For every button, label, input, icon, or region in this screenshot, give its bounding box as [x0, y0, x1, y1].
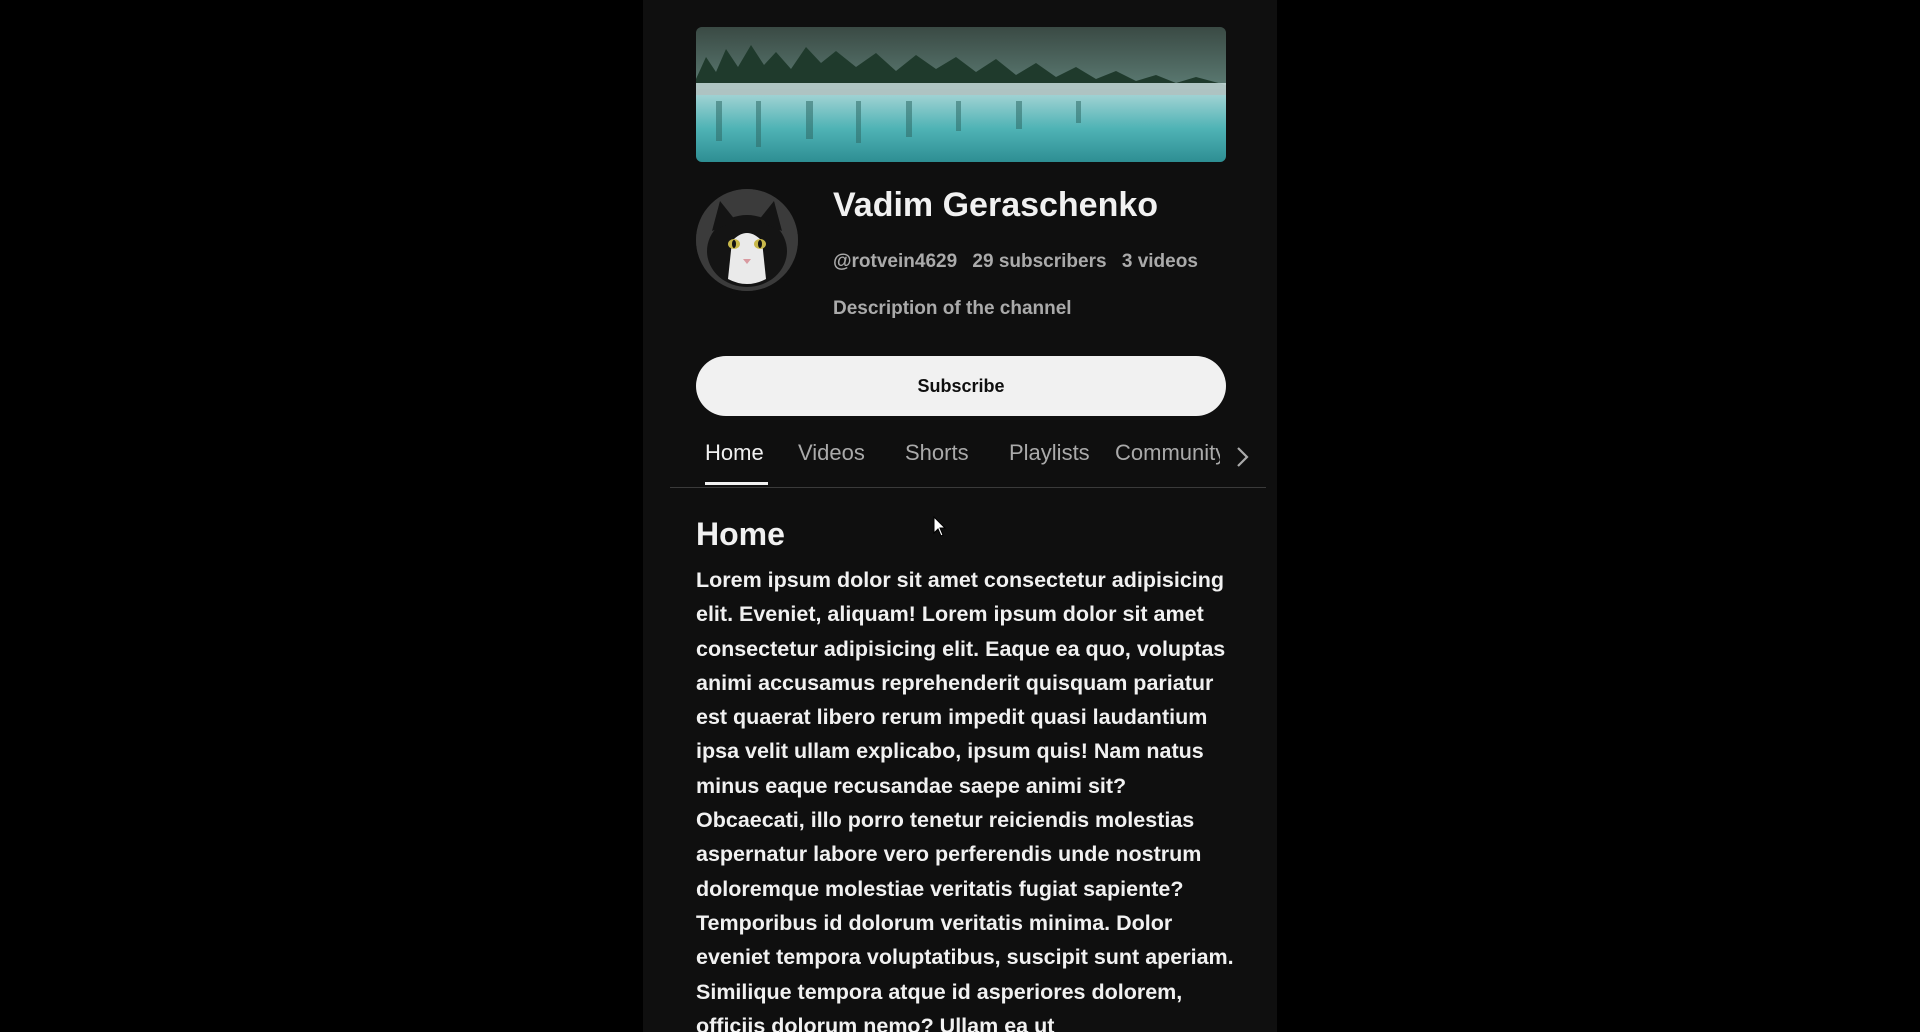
tab-home[interactable]: Home — [705, 440, 764, 466]
subscribe-button[interactable]: Subscribe — [696, 356, 1226, 416]
tab-shorts[interactable]: Shorts — [905, 440, 969, 466]
mouse-pointer-icon — [933, 515, 947, 538]
channel-name: Vadim Geraschenko — [833, 186, 1159, 224]
home-section-body: Lorem ipsum dolor sit amet consectetur a… — [696, 568, 1234, 1032]
active-tab-indicator — [705, 482, 768, 485]
video-count: 3 videos — [1121, 251, 1198, 272]
channel-description[interactable]: Description of the channel — [833, 298, 1072, 320]
tab-playlists[interactable]: Playlists — [1009, 440, 1090, 466]
channel-tabs: Home Videos Shorts Playlists Community — [670, 430, 1266, 488]
channel-handle: @rotvein4629 — [833, 251, 958, 272]
channel-page: Vadim Geraschenko @rotvein4629 29 subscr… — [643, 0, 1277, 1032]
home-section-title: Home — [696, 516, 785, 552]
tab-community[interactable]: Community — [1115, 440, 1220, 466]
subscriber-count: 29 subscribers — [972, 251, 1107, 272]
tabs-scroll-area: Home Videos Shorts Playlists Community — [670, 430, 1220, 487]
channel-meta: @rotvein4629 29 subscribers 3 videos — [833, 251, 1208, 273]
tab-videos[interactable]: Videos — [798, 440, 865, 466]
channel-banner — [696, 27, 1226, 162]
chevron-right-icon[interactable] — [1230, 443, 1254, 471]
channel-avatar[interactable] — [696, 189, 798, 291]
